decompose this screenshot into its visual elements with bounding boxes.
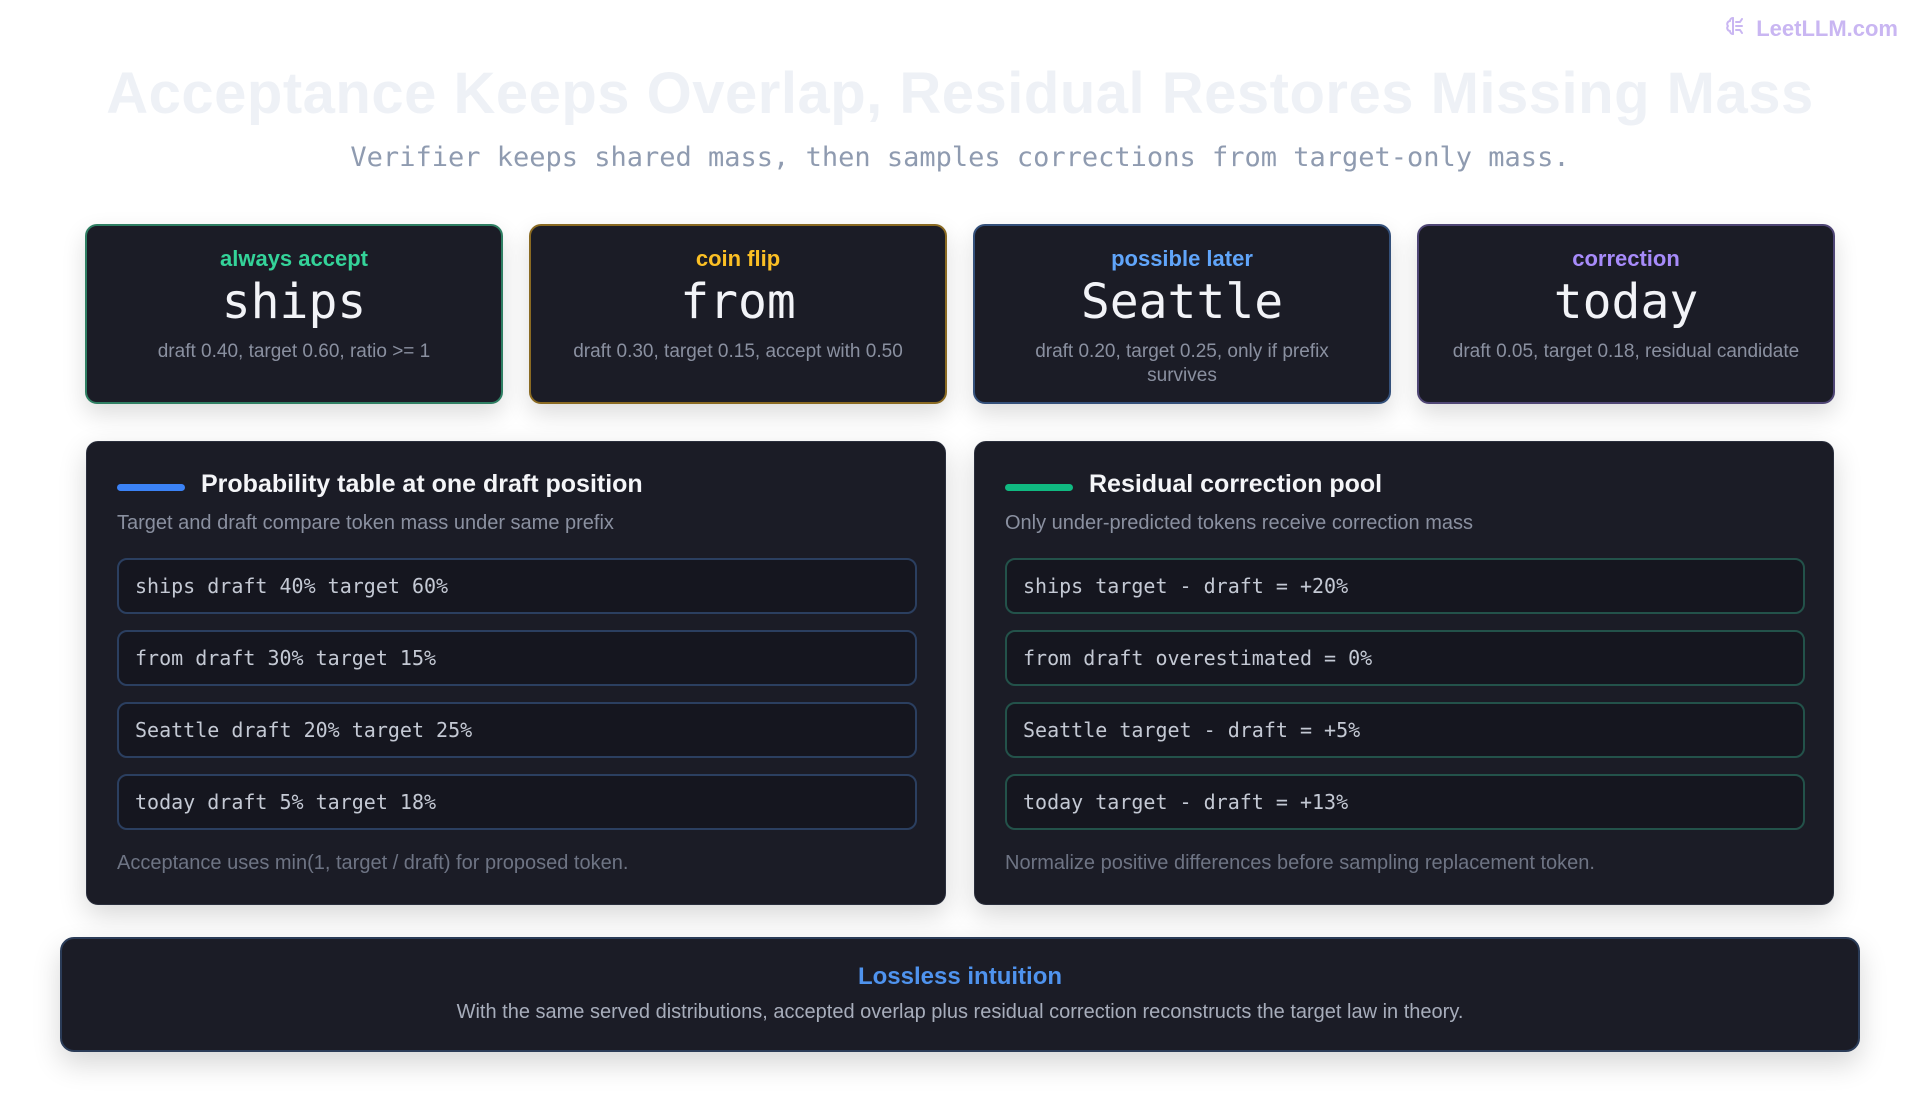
- panel-subtitle: Target and draft compare token mass unde…: [117, 512, 614, 534]
- table-row: today draft 5% target 18%: [117, 774, 917, 830]
- panel-title: Residual correction pool: [1089, 470, 1383, 498]
- table-row: today target - draft = +13%: [1005, 774, 1805, 830]
- card-description: draft 0.40, target 0.60, ratio >= 1: [157, 341, 431, 362]
- token-cards: always accept ships draft 0.40, target 0…: [85, 224, 1835, 408]
- table-row: ships draft 40% target 60%: [117, 558, 917, 614]
- residual-rows: ships target - draft = +20% from draft o…: [1005, 558, 1805, 846]
- panel-note: Acceptance uses min(1, target / draft) f…: [117, 852, 629, 874]
- card-description: draft 0.30, target 0.15, accept with 0.5…: [573, 341, 903, 362]
- table-row: from draft 30% target 15%: [117, 630, 917, 686]
- card-kicker: coin flip: [695, 246, 781, 271]
- panel-accent-bar: [1005, 484, 1073, 491]
- probability-rows: ships draft 40% target 60% from draft 30…: [117, 558, 917, 846]
- page-subtitle: Verifier keeps shared mass, then samples…: [350, 142, 1570, 173]
- panel-title: Probability table at one draft position: [201, 470, 643, 498]
- token-card-ships: always accept ships draft 0.40, target 0…: [85, 224, 503, 404]
- page-title: Acceptance Keeps Overlap, Residual Resto…: [106, 61, 1814, 126]
- lossless-intuition-callout: Lossless intuition With the same served …: [60, 937, 1860, 1052]
- card-kicker: correction: [1572, 246, 1680, 271]
- token-card-from: coin flip from draft 0.30, target 0.15, …: [529, 224, 947, 404]
- token-card-seattle: possible later Seattle draft 0.20, targe…: [973, 224, 1391, 404]
- panel-note: Normalize positive differences before sa…: [1005, 852, 1595, 874]
- card-token: Seattle: [1080, 274, 1284, 330]
- table-row: Seattle target - draft = +5%: [1005, 702, 1805, 758]
- brain-icon: [1724, 14, 1748, 44]
- panel-accent-bar: [117, 484, 185, 491]
- panel-subtitle: Only under-predicted tokens receive corr…: [1005, 512, 1473, 534]
- card-kicker: possible later: [1111, 246, 1253, 271]
- card-description: draft 0.05, target 0.18, residual candid…: [1452, 341, 1800, 362]
- table-row: from draft overestimated = 0%: [1005, 630, 1805, 686]
- brand-name: LeetLLM.com: [1756, 16, 1898, 41]
- card-token: ships: [221, 274, 367, 330]
- card-description: draft 0.20, target 0.25, only if prefix …: [1035, 341, 1329, 386]
- token-card-today: correction today draft 0.05, target 0.18…: [1417, 224, 1835, 404]
- probability-table-panel: Probability table at one draft position …: [86, 441, 946, 905]
- table-row: Seattle draft 20% target 25%: [117, 702, 917, 758]
- card-token: from: [680, 274, 796, 330]
- callout-text: With the same served distributions, acce…: [456, 1001, 1464, 1023]
- card-kicker: always accept: [220, 246, 368, 271]
- callout-title: Lossless intuition: [857, 963, 1063, 990]
- residual-pool-panel: Residual correction pool Only under-pred…: [974, 441, 1834, 905]
- brand-logo[interactable]: LeetLLM.com: [1724, 14, 1898, 44]
- card-token: today: [1553, 274, 1699, 330]
- table-row: ships target - draft = +20%: [1005, 558, 1805, 614]
